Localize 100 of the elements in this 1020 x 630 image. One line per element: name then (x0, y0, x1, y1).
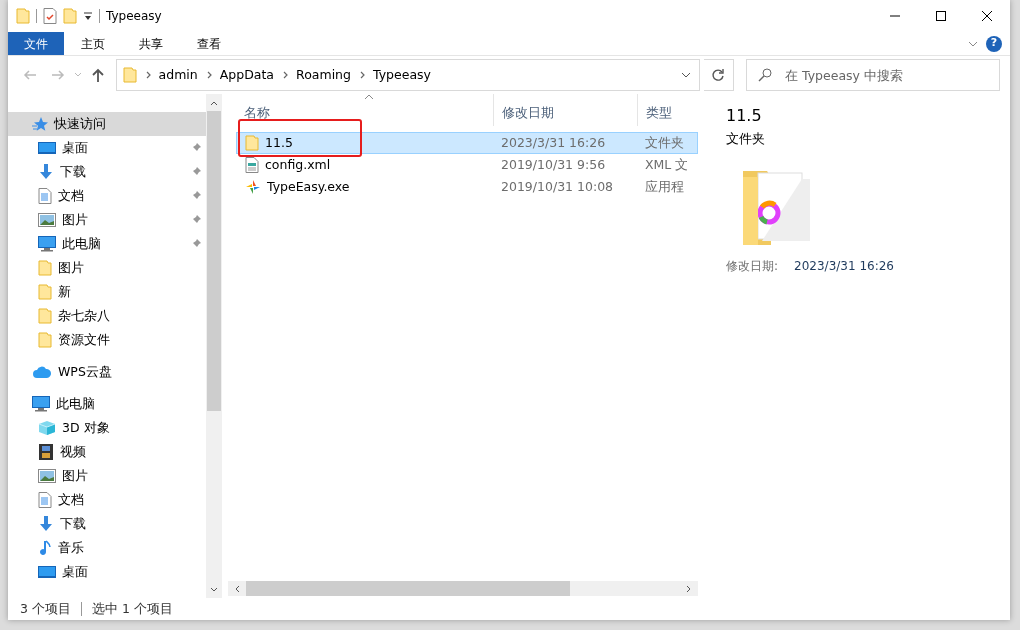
nav-item[interactable]: 音乐 (8, 536, 206, 560)
folder-icon (245, 135, 259, 151)
breadcrumb-link[interactable]: Typeeasy (373, 65, 431, 85)
chevron-right-icon[interactable] (282, 71, 289, 79)
up-arrow-icon (90, 67, 105, 83)
chevron-right-icon[interactable] (359, 71, 365, 79)
scrollbar-thumb[interactable] (207, 111, 221, 411)
nav-item[interactable]: 下载 (8, 512, 206, 536)
column-header[interactable]: 名称 (236, 94, 494, 126)
vertical-scrollbar[interactable] (206, 94, 222, 598)
column-header[interactable]: 修改日期 (494, 94, 638, 126)
nav-item[interactable]: 视频 (8, 440, 206, 464)
file-date: 2019/10/31 9:56 (500, 155, 607, 174)
star-icon (32, 116, 48, 132)
nav-item[interactable]: 图片 (8, 464, 206, 488)
down-arrow-icon (38, 516, 54, 532)
folder-icon (38, 332, 52, 348)
folder-icon (38, 284, 52, 300)
film-icon (38, 444, 54, 460)
horizontal-scrollbar[interactable] (228, 581, 698, 596)
file-date: 2019/10/31 10:08 (500, 177, 615, 196)
document-icon (38, 492, 52, 508)
computer-icon (38, 236, 56, 252)
cube-icon (38, 420, 56, 436)
nav-item[interactable]: 此电脑 (8, 392, 206, 416)
refresh-icon (711, 68, 726, 82)
search-field[interactable]: 在 Typeeasy 中搜索 (746, 59, 1000, 91)
nav-item[interactable]: 图片 (8, 208, 206, 232)
folder-icon[interactable] (63, 8, 77, 24)
recent-dropdown-icon[interactable] (73, 72, 82, 78)
ribbon-tab[interactable]: 文件 (8, 32, 64, 55)
breadcrumb-link[interactable]: admin (158, 65, 198, 85)
refresh-button[interactable] (703, 59, 734, 91)
folder-icon (38, 308, 52, 324)
nav-item[interactable]: 桌面 (8, 136, 206, 160)
scroll-right-icon[interactable] (686, 584, 692, 593)
nav-item[interactable]: 桌面 (8, 560, 206, 584)
file-type: 文件夹 (644, 133, 684, 152)
document-icon (245, 157, 259, 173)
scroll-up-icon[interactable] (210, 99, 218, 106)
file-name: 11.5 (265, 133, 293, 152)
file-type: XML 文 (644, 155, 689, 174)
ribbon-tab[interactable]: 共享 (122, 32, 180, 55)
breadcrumb-link[interactable]: AppData (219, 65, 275, 85)
file-name: config.xml (265, 155, 331, 174)
window-title: Typeeasy (106, 8, 162, 25)
nav-item[interactable]: 资源文件 (8, 328, 206, 352)
chevron-right-icon[interactable] (144, 71, 151, 79)
nav-item[interactable]: 文档 (8, 488, 206, 512)
breadcrumb-link[interactable]: Roaming (296, 65, 351, 85)
monitor-icon (38, 141, 56, 155)
down-arrow-icon (38, 164, 54, 180)
maximize-icon (936, 11, 946, 21)
picture-icon (38, 213, 56, 227)
file-row[interactable]: 11.5 2023/3/31 16:26 文件夹 (236, 132, 698, 154)
sort-caret-icon (364, 94, 374, 100)
nav-item[interactable]: 文档 (8, 184, 206, 208)
file-row[interactable]: TypeEasy.exe 2019/10/31 10:08 应用程 (236, 176, 698, 198)
preview-type: 文件夹 (726, 130, 766, 148)
chevron-down-icon[interactable] (968, 39, 978, 48)
file-row[interactable]: config.xml 2019/10/31 9:56 XML 文 (236, 154, 698, 176)
column-header[interactable]: 类型 (638, 94, 688, 126)
nav-item[interactable]: 此电脑 (8, 232, 206, 256)
scrollbar-thumb[interactable] (246, 581, 570, 596)
nav-item[interactable]: 新 (8, 280, 206, 304)
nav-item[interactable]: 杂七杂八 (8, 304, 206, 328)
nav-item[interactable]: 图片 (8, 256, 206, 280)
computer-icon (32, 396, 50, 412)
scroll-left-icon[interactable] (234, 584, 240, 593)
scroll-down-icon[interactable] (210, 586, 218, 593)
monitor-icon (38, 565, 56, 579)
music-note-icon (38, 540, 52, 556)
checklist-icon[interactable] (43, 8, 57, 24)
file-name: TypeEasy.exe (267, 177, 350, 196)
picture-icon (38, 469, 56, 483)
folder-icon (38, 260, 52, 276)
status-text: 选中 1 个项目 (91, 599, 173, 618)
nav-item[interactable]: 快速访问 (8, 112, 206, 136)
close-icon (982, 11, 992, 21)
ribbon-tab[interactable]: 查看 (180, 32, 238, 55)
file-type: 应用程 (644, 177, 684, 196)
chevron-down-icon[interactable] (680, 71, 691, 79)
pinwheel-icon (245, 179, 261, 195)
folder-icon[interactable] (16, 8, 30, 24)
cloud-icon (32, 365, 52, 379)
nav-item[interactable]: 下载 (8, 160, 206, 184)
nav-item[interactable]: WPS云盘 (8, 360, 206, 384)
document-icon (38, 188, 52, 204)
preview-name: 11.5 (726, 105, 763, 127)
help-button[interactable]: ? (986, 35, 1002, 52)
preview-date-label: 修改日期: (726, 257, 779, 275)
status-text: 3 个项目 (20, 599, 71, 618)
nav-item[interactable]: 3D 对象 (8, 416, 206, 440)
chevron-right-icon[interactable] (205, 71, 212, 79)
dropdown-icon[interactable] (83, 11, 93, 21)
file-date: 2023/3/31 16:26 (500, 133, 607, 152)
ribbon-tab[interactable]: 主页 (64, 32, 122, 55)
folder-icon (122, 67, 137, 83)
preview-date: 2023/3/31 16:26 (794, 257, 894, 275)
address-bar[interactable]: admin AppData Roaming Typeeasy (115, 59, 700, 91)
